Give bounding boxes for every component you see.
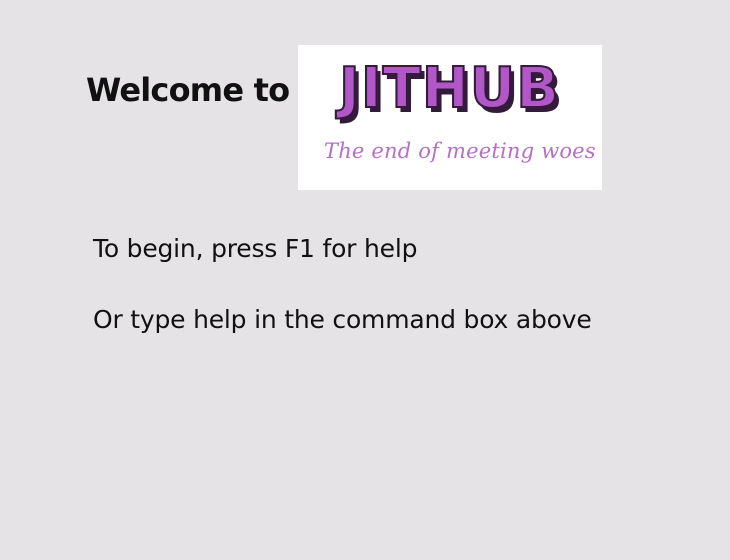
jithub-logo-icon: JITHUB JITHUB [334, 55, 563, 125]
logo-tagline: The end of meeting woes [324, 139, 596, 163]
command-box-instruction: Or type help in the command box above [93, 305, 592, 334]
jithub-logo-card: JITHUB JITHUB The end of meeting woes [298, 45, 602, 190]
help-instruction: To begin, press F1 for help [93, 234, 418, 263]
logo-word: JITHUB [335, 56, 560, 121]
welcome-heading: Welcome to [86, 71, 290, 109]
